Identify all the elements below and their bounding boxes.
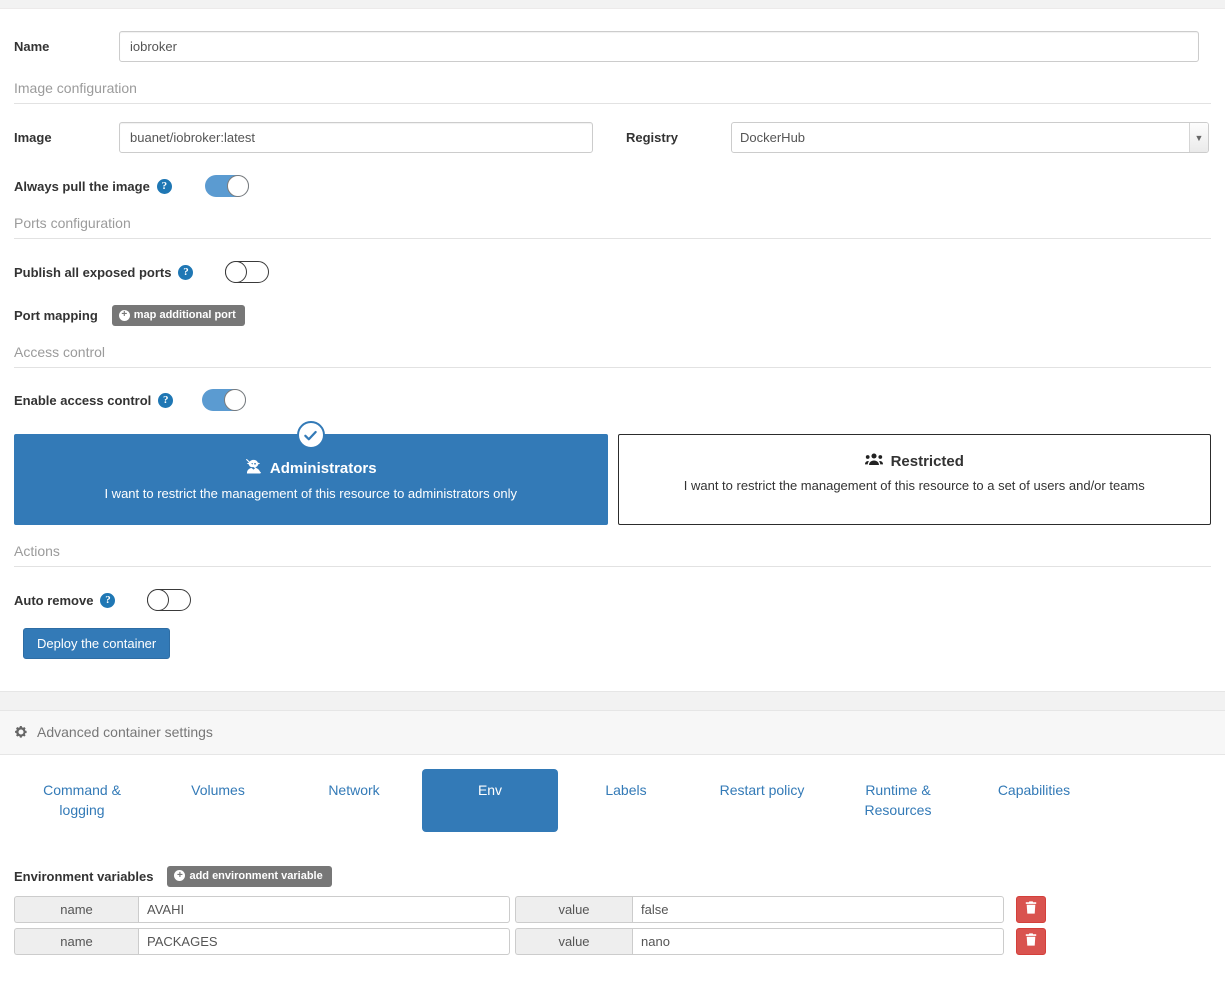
tab-capabilities[interactable]: Capabilities xyxy=(966,769,1102,832)
user-secret-icon xyxy=(245,458,262,478)
trash-icon xyxy=(1025,933,1037,949)
publish-ports-label: Publish all exposed ports xyxy=(14,264,172,280)
env-value-addon: value xyxy=(515,895,632,923)
access-card-description: I want to restrict the management of thi… xyxy=(683,478,1145,493)
env-value-input[interactable] xyxy=(632,895,1004,923)
environment-variables-label: Environment variables xyxy=(14,868,154,884)
env-name-input[interactable] xyxy=(138,895,510,923)
toggle-knob xyxy=(147,589,170,611)
access-card-description: I want to restrict the management of thi… xyxy=(104,486,518,501)
access-control-header: Access control xyxy=(14,344,1211,368)
env-name-group: name xyxy=(14,927,510,955)
image-input[interactable] xyxy=(119,122,593,153)
name-row: Name xyxy=(0,31,1225,62)
publish-ports-toggle[interactable] xyxy=(225,261,270,283)
add-environment-variable-label: add environment variable xyxy=(189,869,323,882)
env-value-input[interactable] xyxy=(632,927,1004,955)
access-card-title-text: Administrators xyxy=(269,460,377,477)
access-card-title: Restricted xyxy=(631,452,1199,470)
env-name-input[interactable] xyxy=(138,927,510,955)
tab-restart-policy[interactable]: Restart policy xyxy=(694,769,830,832)
tab-runtime-resources[interactable]: Runtime & Resources xyxy=(830,769,966,832)
env-value-group: value xyxy=(515,927,1004,955)
tab-network[interactable]: Network xyxy=(286,769,422,832)
auto-remove-row: Auto remove ? xyxy=(0,589,1225,611)
container-config-panel: Name Image configuration Image Registry … xyxy=(0,31,1225,659)
tab-env[interactable]: Env xyxy=(422,769,558,832)
auto-remove-toggle[interactable] xyxy=(147,589,192,611)
ports-configuration-header: Ports configuration xyxy=(14,215,1211,239)
name-input[interactable] xyxy=(119,31,1199,62)
env-name-addon: name xyxy=(14,895,138,923)
map-additional-port-label: map additional port xyxy=(133,309,236,321)
plus-circle-icon: + xyxy=(118,309,130,321)
panel-separator xyxy=(0,691,1225,711)
table-row: name value xyxy=(14,927,1211,955)
tab-command-logging[interactable]: Command & logging xyxy=(14,769,150,832)
toggle-knob xyxy=(224,389,247,411)
access-control-cards: Administrators I want to restrict the ma… xyxy=(14,421,1211,525)
advanced-settings-tabs: Command & logging Volumes Network Env La… xyxy=(0,755,1225,832)
env-value-addon: value xyxy=(515,927,632,955)
env-value-group: value xyxy=(515,895,1004,923)
question-circle-icon[interactable]: ? xyxy=(158,392,174,408)
enable-access-control-toggle[interactable] xyxy=(202,389,247,411)
question-circle-icon[interactable]: ? xyxy=(178,264,194,280)
port-mapping-label: Port mapping xyxy=(14,308,98,323)
registry-label: Registry xyxy=(626,130,679,145)
gear-icon xyxy=(14,725,28,739)
registry-select[interactable]: DockerHub xyxy=(731,122,1209,153)
toggle-knob xyxy=(225,261,248,283)
map-additional-port-button[interactable]: + map additional port xyxy=(111,305,245,326)
access-card-title-text: Restricted xyxy=(890,452,964,470)
publish-ports-row: Publish all exposed ports ? xyxy=(0,261,1225,283)
deploy-row: Deploy the container xyxy=(0,628,1225,659)
remove-environment-variable-button[interactable] xyxy=(1016,895,1046,923)
env-name-group: name xyxy=(14,895,510,923)
port-mapping-row: Port mapping + map additional port xyxy=(0,305,1225,326)
users-icon xyxy=(864,452,883,470)
advanced-settings-title: Advanced container settings xyxy=(37,724,213,740)
tab-volumes[interactable]: Volumes xyxy=(150,769,286,832)
always-pull-row: Always pull the image ? xyxy=(0,175,1225,197)
panel-top-edge xyxy=(0,0,1225,9)
create-container-page: Name Image configuration Image Registry … xyxy=(0,0,1225,1005)
question-circle-icon[interactable]: ? xyxy=(100,592,116,608)
trash-icon xyxy=(1025,901,1037,917)
image-row: Image Registry DockerHub ▼ xyxy=(0,122,1225,153)
enable-access-control-row: Enable access control ? xyxy=(0,389,1225,411)
enable-access-control-label: Enable access control xyxy=(14,392,152,408)
environment-variables-rows: name value name xyxy=(0,895,1225,955)
toggle-knob xyxy=(226,175,249,197)
registry-select-wrap: DockerHub ▼ xyxy=(731,122,1209,153)
always-pull-toggle[interactable] xyxy=(204,175,249,197)
question-circle-icon[interactable]: ? xyxy=(156,178,172,194)
access-card-title: Administrators xyxy=(27,458,595,478)
name-label: Name xyxy=(14,39,50,54)
advanced-settings-header: Advanced container settings xyxy=(0,711,1225,755)
image-configuration-header: Image configuration xyxy=(14,80,1211,104)
env-name-addon: name xyxy=(14,927,138,955)
plus-circle-icon: + xyxy=(174,870,186,882)
remove-environment-variable-button[interactable] xyxy=(1016,927,1046,955)
tab-labels[interactable]: Labels xyxy=(558,769,694,832)
check-circle-icon xyxy=(296,421,325,449)
always-pull-label: Always pull the image xyxy=(14,178,150,194)
image-label: Image xyxy=(14,130,52,145)
environment-variables-header: Environment variables + add environment … xyxy=(0,865,1225,887)
auto-remove-label: Auto remove xyxy=(14,592,94,608)
actions-header: Actions xyxy=(14,543,1211,567)
deploy-container-button[interactable]: Deploy the container xyxy=(23,628,171,659)
add-environment-variable-button[interactable]: + add environment variable xyxy=(167,865,332,887)
table-row: name value xyxy=(14,895,1211,923)
access-card-restricted[interactable]: Restricted I want to restrict the manage… xyxy=(617,434,1211,525)
access-card-administrators[interactable]: Administrators I want to restrict the ma… xyxy=(14,421,608,525)
